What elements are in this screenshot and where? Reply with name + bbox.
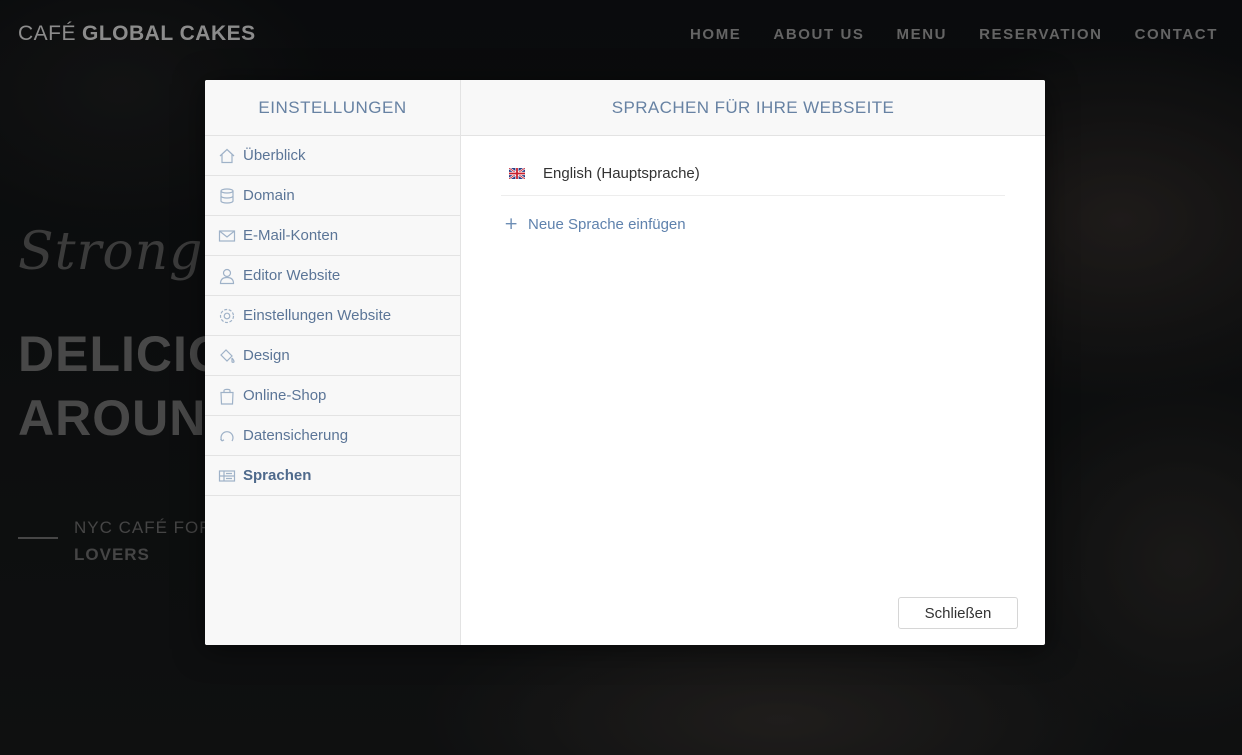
add-language-label: Neue Sprache einfügen (528, 215, 686, 233)
languages-title: SPRACHEN FÜR IHRE WEBSEITE (461, 80, 1045, 136)
gear-icon (217, 306, 237, 326)
backup-icon (217, 426, 237, 446)
sidebar-item-label: Sprachen (243, 467, 312, 484)
sidebar-item-label: Überblick (243, 147, 306, 164)
language-row-english[interactable]: English (Hauptsprache) (501, 152, 1005, 196)
languages-panel: SPRACHEN FÜR IHRE WEBSEITE English (Haup… (461, 80, 1045, 645)
close-button[interactable]: Schließen (898, 597, 1018, 629)
paint-bucket-icon (217, 346, 237, 366)
sidebar-item-label: Editor Website (243, 267, 341, 284)
sidebar-item-email-accounts[interactable]: E-Mail-Konten (205, 216, 460, 256)
sidebar-item-design[interactable]: Design (205, 336, 460, 376)
plus-icon: + (504, 213, 519, 234)
language-label: English (Hauptsprache) (543, 165, 700, 182)
mail-icon (217, 226, 237, 246)
sidebar-item-label: Design (243, 347, 290, 364)
sidebar-item-label: Domain (243, 187, 295, 204)
home-icon (217, 146, 237, 166)
add-language-button[interactable]: + Neue Sprache einfügen (501, 204, 1005, 244)
uk-flag-icon (509, 168, 525, 179)
sidebar-item-website-settings[interactable]: Einstellungen Website (205, 296, 460, 336)
database-icon (217, 186, 237, 206)
sidebar-item-label: Datensicherung (243, 427, 349, 444)
settings-sidebar: EINSTELLUNGEN Überblick Domain E-Mail-Ko… (205, 80, 461, 645)
settings-modal: EINSTELLUNGEN Überblick Domain E-Mail-Ko… (205, 80, 1045, 645)
sidebar-item-online-shop[interactable]: Online-Shop (205, 376, 460, 416)
languages-icon (217, 466, 237, 486)
user-icon (217, 266, 237, 286)
sidebar-item-editor-website[interactable]: Editor Website (205, 256, 460, 296)
sidebar-item-label: Einstellungen Website (243, 307, 392, 324)
sidebar-item-label: E-Mail-Konten (243, 227, 339, 244)
sidebar-item-overview[interactable]: Überblick (205, 136, 460, 176)
sidebar-item-languages[interactable]: Sprachen (205, 456, 460, 496)
sidebar-item-label: Online-Shop (243, 387, 327, 404)
sidebar-item-domain[interactable]: Domain (205, 176, 460, 216)
shopping-bag-icon (217, 386, 237, 406)
sidebar-item-backup[interactable]: Datensicherung (205, 416, 460, 456)
settings-title: EINSTELLUNGEN (205, 80, 460, 136)
